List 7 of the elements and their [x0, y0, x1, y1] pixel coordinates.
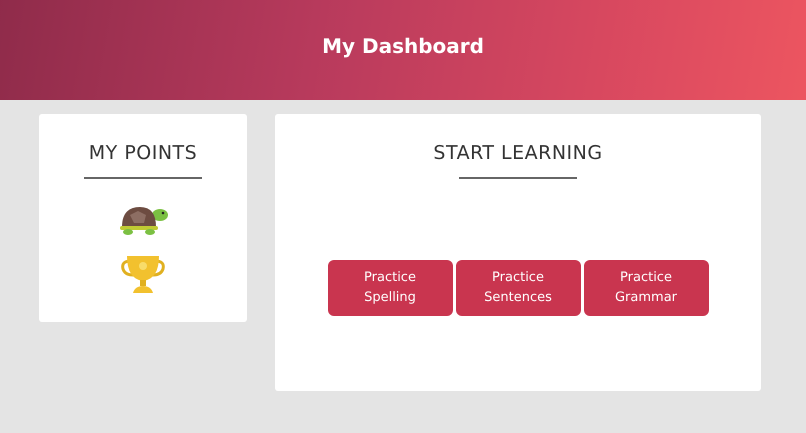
- page-title: My Dashboard: [322, 34, 484, 58]
- practice-button[interactable]: Practice Sentences: [456, 260, 580, 316]
- practice-button[interactable]: Practice Spelling: [328, 260, 452, 316]
- card-title: MY POINTS: [88, 142, 198, 164]
- card-title: START LEARNING: [433, 142, 603, 164]
- practice-button[interactable]: Practice Grammar: [584, 260, 708, 316]
- trophy-icon: [119, 253, 167, 295]
